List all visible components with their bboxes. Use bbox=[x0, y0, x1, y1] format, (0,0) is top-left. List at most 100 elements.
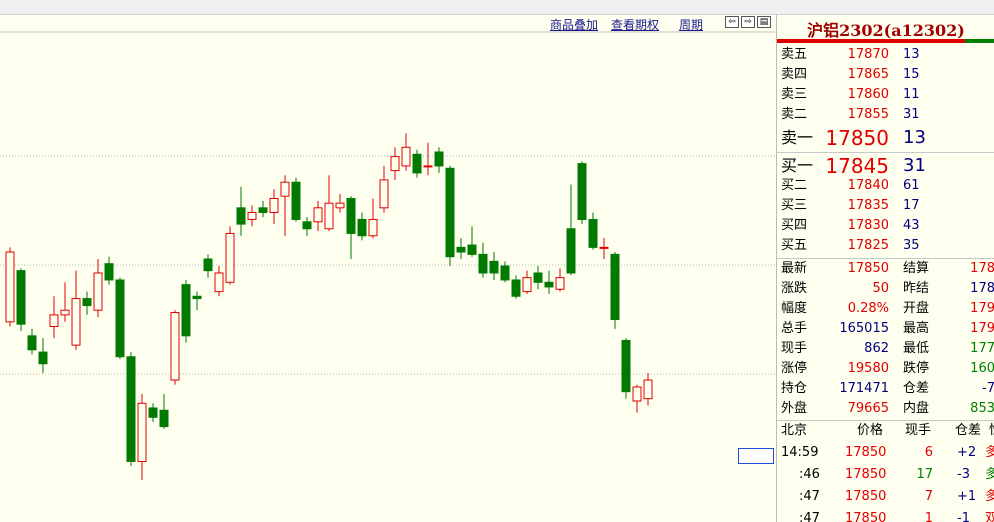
candle-body bbox=[434, 151, 444, 167]
candle bbox=[335, 193, 345, 213]
candle bbox=[38, 338, 48, 374]
ask-row[interactable]: 卖二 17855 31 bbox=[777, 105, 994, 125]
candle-body bbox=[291, 181, 301, 220]
overlay-commodity-link[interactable]: 商品叠加 bbox=[550, 16, 598, 33]
stat-value-2: 160 bbox=[970, 361, 994, 376]
candle bbox=[269, 189, 279, 225]
bid-price: 17835 bbox=[847, 198, 889, 213]
candle-body bbox=[126, 356, 136, 462]
candle bbox=[445, 165, 455, 266]
ask-label: 卖二 bbox=[781, 107, 808, 122]
bid-label: 买五 bbox=[781, 238, 808, 253]
candle bbox=[643, 373, 653, 406]
panel-toggle-icon[interactable]: ▤ bbox=[757, 16, 771, 28]
bid-row[interactable]: 买三 17835 17 bbox=[777, 196, 994, 216]
candle-body bbox=[302, 221, 312, 230]
candle-body bbox=[159, 409, 169, 428]
candle-body bbox=[610, 253, 620, 321]
stat-label-2: 内盘 bbox=[903, 401, 930, 416]
candle bbox=[401, 133, 411, 171]
ask-label: 卖三 bbox=[781, 87, 808, 102]
candle-body bbox=[269, 198, 279, 213]
title-underline-green bbox=[965, 39, 994, 43]
ask-row[interactable]: 卖一 17850 13 bbox=[777, 126, 994, 150]
tick-row: :47 17850 7 +1 多 bbox=[777, 487, 994, 507]
candle bbox=[258, 200, 268, 218]
stat-row: 持仓 171471 仓差 -7 bbox=[777, 379, 994, 399]
tick-type: 双 bbox=[985, 509, 994, 522]
stat-label-2: 最低 bbox=[903, 341, 930, 356]
bid-row[interactable]: 买五 17825 35 bbox=[777, 236, 994, 256]
candle bbox=[214, 266, 224, 297]
candle bbox=[247, 205, 257, 227]
candle-body bbox=[533, 272, 543, 283]
stat-label: 现手 bbox=[781, 341, 808, 356]
stat-label: 涨停 bbox=[781, 361, 808, 376]
book-divider bbox=[777, 152, 994, 153]
candle-body bbox=[192, 295, 202, 300]
view-options-link[interactable]: 查看期权 bbox=[611, 16, 659, 33]
candle-body bbox=[412, 153, 422, 174]
candle-body bbox=[137, 402, 147, 462]
ticks-header-volume: 现手 bbox=[905, 423, 932, 438]
bid-row[interactable]: 买四 17830 43 bbox=[777, 216, 994, 236]
candle-body bbox=[544, 281, 554, 288]
stat-value-2: -7 bbox=[982, 381, 994, 396]
candle-body bbox=[346, 198, 356, 234]
arrow-right-icon[interactable]: ⇨ bbox=[741, 16, 755, 28]
stat-value-2: 178 bbox=[970, 261, 994, 276]
ask-price: 17860 bbox=[847, 87, 889, 102]
ask-row[interactable]: 卖三 17860 11 bbox=[777, 85, 994, 105]
period-link[interactable]: 周期 bbox=[679, 16, 703, 33]
ticks-header-price: 价格 bbox=[857, 423, 884, 438]
stat-label: 最新 bbox=[781, 261, 808, 276]
bid-row[interactable]: 买一 17845 31 bbox=[777, 154, 994, 178]
stat-label-2: 昨结 bbox=[903, 281, 930, 296]
ask-row[interactable]: 卖五 17870 13 bbox=[777, 45, 994, 65]
candle-body bbox=[203, 258, 213, 272]
bid-label: 买二 bbox=[781, 178, 808, 193]
bid-row[interactable]: 买二 17840 61 bbox=[777, 176, 994, 196]
candle bbox=[170, 310, 180, 385]
stat-label-2: 最高 bbox=[903, 321, 930, 336]
candle bbox=[357, 212, 367, 241]
stat-row: 幅度 0.28% 开盘 179 bbox=[777, 299, 994, 319]
stat-row: 涨停 19580 跌停 160 bbox=[777, 359, 994, 379]
candlestick-chart[interactable] bbox=[0, 15, 775, 522]
candle bbox=[456, 238, 466, 260]
stat-value: 79665 bbox=[847, 401, 889, 416]
tick-type: 多 bbox=[985, 487, 994, 507]
candle bbox=[225, 226, 235, 285]
tick-volume: 6 bbox=[924, 445, 933, 460]
candle bbox=[588, 212, 598, 250]
candle-body bbox=[423, 165, 433, 168]
ask-label: 卖四 bbox=[781, 67, 808, 82]
tick-price: 17850 bbox=[845, 511, 887, 522]
candle bbox=[236, 186, 246, 236]
candle-body bbox=[588, 218, 598, 248]
stat-row: 现手 862 最低 177 bbox=[777, 339, 994, 359]
candle bbox=[555, 268, 565, 292]
candle bbox=[478, 242, 488, 278]
candle-body bbox=[390, 156, 400, 172]
bid-volume: 31 bbox=[903, 155, 926, 176]
kline-chart-area[interactable]: 商品叠加 查看期权 周期 ⇦ ⇨ ▤ bbox=[0, 15, 775, 522]
ask-price: 17855 bbox=[847, 107, 889, 122]
ask-volume: 13 bbox=[903, 127, 926, 148]
candle-body bbox=[115, 279, 125, 358]
candle bbox=[423, 142, 433, 176]
candle bbox=[192, 291, 202, 311]
candle bbox=[434, 147, 444, 173]
candle bbox=[610, 252, 620, 329]
candle bbox=[16, 268, 26, 332]
stat-value-2: 177 bbox=[970, 341, 994, 356]
ask-volume: 11 bbox=[903, 87, 920, 102]
candle bbox=[346, 196, 356, 260]
top-strip bbox=[0, 0, 994, 15]
candle bbox=[148, 403, 158, 422]
candle bbox=[49, 296, 59, 339]
tick-time: :46 bbox=[799, 467, 820, 482]
arrow-left-icon[interactable]: ⇦ bbox=[725, 16, 739, 28]
tick-row: :46 17850 17 -3 多 bbox=[777, 465, 994, 485]
ask-row[interactable]: 卖四 17865 15 bbox=[777, 65, 994, 85]
